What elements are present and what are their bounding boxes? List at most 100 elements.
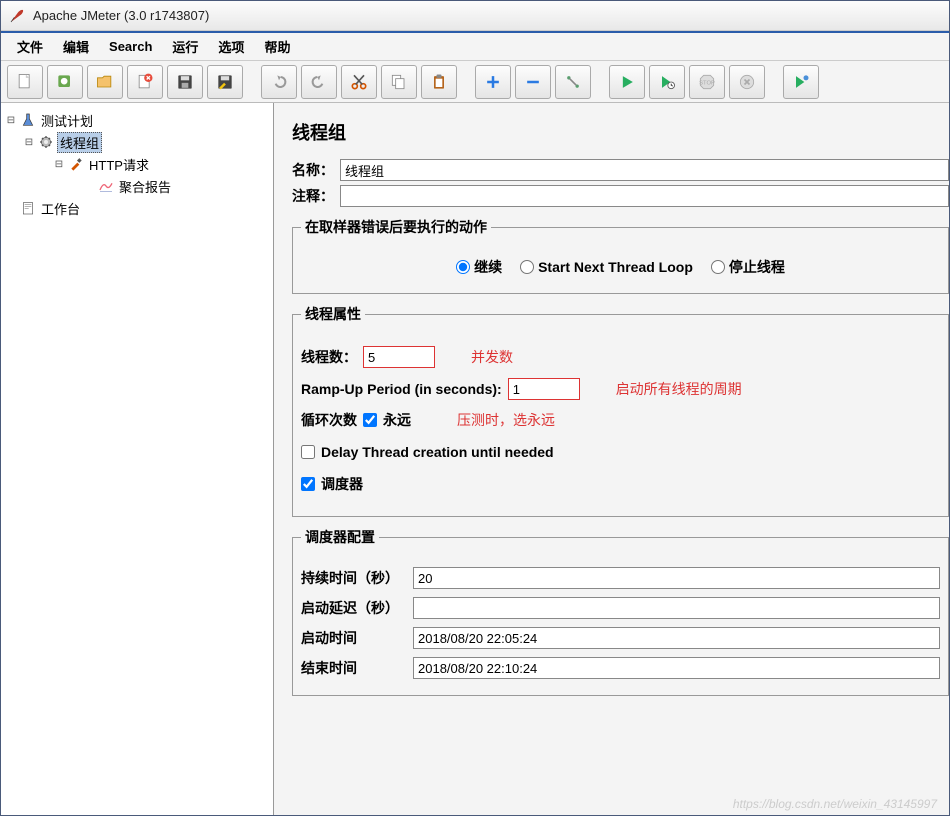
tree-testplan[interactable]: ⊟ 测试计划 xyxy=(5,109,269,131)
app-icon xyxy=(9,8,25,24)
endtime-row: 结束时间 xyxy=(301,657,940,679)
collapse-button[interactable] xyxy=(515,65,551,99)
delay-checkbox[interactable] xyxy=(301,445,315,459)
chart-icon xyxy=(97,177,115,195)
titlebar: Apache JMeter (3.0 r1743807) xyxy=(1,1,949,31)
remote-start-button[interactable] xyxy=(783,65,819,99)
toolbar: STOP xyxy=(1,61,949,103)
tree-threadgroup[interactable]: ⊟ 线程组 xyxy=(5,131,269,153)
loop-row: 循环次数 永远 压测时，选永远 xyxy=(301,410,940,430)
scheduler-row: 调度器 xyxy=(301,474,940,494)
radio-startnext[interactable]: Start Next Thread Loop xyxy=(520,259,693,275)
startdelay-row: 启动延迟（秒） xyxy=(301,597,940,619)
radio-startnext-input[interactable] xyxy=(520,260,534,274)
radio-continue-input[interactable] xyxy=(456,260,470,274)
app-window: Apache JMeter (3.0 r1743807) 文件 编辑 Searc… xyxy=(0,0,950,816)
tree-aggregate[interactable]: ⊟ 聚合报告 xyxy=(5,175,269,197)
panel-title: 线程组 xyxy=(292,119,949,145)
delay-row: Delay Thread creation until needed xyxy=(301,444,940,460)
props-fieldset: 线程属性 线程数： 并发数 Ramp-Up Period (in seconds… xyxy=(292,304,949,517)
ramp-input[interactable] xyxy=(508,378,580,400)
name-row: 名称： xyxy=(292,159,949,181)
endtime-input[interactable] xyxy=(413,657,940,679)
cut-button[interactable] xyxy=(341,65,377,99)
clipboard-icon xyxy=(19,199,37,217)
startdelay-input[interactable] xyxy=(413,597,940,619)
radio-stopthread[interactable]: 停止线程 xyxy=(711,257,785,277)
comment-row: 注释： xyxy=(292,185,949,207)
starttime-row: 启动时间 xyxy=(301,627,940,649)
menu-edit[interactable]: 编辑 xyxy=(53,33,99,60)
open-button[interactable] xyxy=(87,65,123,99)
endtime-label: 结束时间 xyxy=(301,658,407,678)
scheduler-checkbox[interactable] xyxy=(301,477,315,491)
onerror-radios: 继续 Start Next Thread Loop 停止线程 xyxy=(301,249,940,285)
shutdown-button[interactable] xyxy=(729,65,765,99)
sched-fieldset: 调度器配置 持续时间（秒） 启动延迟（秒） 启动时间 结束时间 xyxy=(292,527,949,696)
new-button[interactable] xyxy=(7,65,43,99)
starttime-input[interactable] xyxy=(413,627,940,649)
onerror-fieldset: 在取样器错误后要执行的动作 继续 Start Next Thread Loop … xyxy=(292,217,949,294)
tree-httprequest[interactable]: ⊟ HTTP请求 xyxy=(5,153,269,175)
body: ⊟ 测试计划 ⊟ 线程组 ⊟ HTTP请求 ⊟ 聚合报告 ⊟ xyxy=(1,103,949,815)
tree-toggle-icon[interactable]: ⊟ xyxy=(53,158,65,170)
tree-pane[interactable]: ⊟ 测试计划 ⊟ 线程组 ⊟ HTTP请求 ⊟ 聚合报告 ⊟ xyxy=(1,103,274,815)
menu-file[interactable]: 文件 xyxy=(7,33,53,60)
threads-label: 线程数： xyxy=(301,347,357,367)
menu-run[interactable]: 运行 xyxy=(162,33,208,60)
name-input[interactable] xyxy=(340,159,949,181)
start-notimer-button[interactable] xyxy=(649,65,685,99)
menu-help[interactable]: 帮助 xyxy=(254,33,300,60)
saveas-button[interactable] xyxy=(207,65,243,99)
tree-label: HTTP请求 xyxy=(87,155,151,174)
redo-button[interactable] xyxy=(301,65,337,99)
threads-row: 线程数： 并发数 xyxy=(301,346,940,368)
delay-label: Delay Thread creation until needed xyxy=(321,444,554,460)
startdelay-label: 启动延迟（秒） xyxy=(301,598,407,618)
duration-input[interactable] xyxy=(413,567,940,589)
stop-button[interactable]: STOP xyxy=(689,65,725,99)
watermark: https://blog.csdn.net/weixin_43145997 xyxy=(733,797,937,811)
loop-note: 压测时，选永远 xyxy=(457,410,555,430)
radio-continue[interactable]: 继续 xyxy=(456,257,502,277)
radio-label: 继续 xyxy=(474,257,502,277)
radio-stopthread-input[interactable] xyxy=(711,260,725,274)
tree-label: 工作台 xyxy=(39,199,82,218)
props-legend: 线程属性 xyxy=(301,304,365,324)
tree-label: 线程组 xyxy=(57,132,102,153)
threads-input[interactable] xyxy=(363,346,435,368)
name-label: 名称： xyxy=(292,160,334,180)
start-button[interactable] xyxy=(609,65,645,99)
tree-toggle-icon[interactable]: ⊟ xyxy=(5,114,17,126)
tree-toggle-icon[interactable]: ⊟ xyxy=(23,136,35,148)
tree-label: 测试计划 xyxy=(39,111,95,130)
menu-options[interactable]: 选项 xyxy=(208,33,254,60)
comment-input[interactable] xyxy=(340,185,949,207)
menubar: 文件 编辑 Search 运行 选项 帮助 xyxy=(1,33,949,61)
templates-button[interactable] xyxy=(47,65,83,99)
loop-label: 循环次数 xyxy=(301,410,357,430)
scheduler-label: 调度器 xyxy=(321,474,363,494)
forever-checkbox[interactable] xyxy=(363,413,377,427)
duration-row: 持续时间（秒） xyxy=(301,567,940,589)
sched-legend: 调度器配置 xyxy=(301,527,379,547)
duration-label: 持续时间（秒） xyxy=(301,568,407,588)
toggle-button[interactable] xyxy=(555,65,591,99)
save-button[interactable] xyxy=(167,65,203,99)
expand-button[interactable] xyxy=(475,65,511,99)
content-pane: 线程组 名称： 注释： 在取样器错误后要执行的动作 继续 Start Next … xyxy=(274,103,949,815)
close-button[interactable] xyxy=(127,65,163,99)
threads-note: 并发数 xyxy=(471,347,513,367)
paste-button[interactable] xyxy=(421,65,457,99)
undo-button[interactable] xyxy=(261,65,297,99)
copy-button[interactable] xyxy=(381,65,417,99)
comment-label: 注释： xyxy=(292,186,334,206)
menu-search[interactable]: Search xyxy=(99,35,162,58)
ramp-row: Ramp-Up Period (in seconds): 启动所有线程的周期 xyxy=(301,378,940,400)
starttime-label: 启动时间 xyxy=(301,628,407,648)
onerror-legend: 在取样器错误后要执行的动作 xyxy=(301,217,491,237)
ramp-note: 启动所有线程的周期 xyxy=(616,379,742,399)
dropper-icon xyxy=(67,155,85,173)
tree-label: 聚合报告 xyxy=(117,177,173,196)
tree-workbench[interactable]: ⊟ 工作台 xyxy=(5,197,269,219)
